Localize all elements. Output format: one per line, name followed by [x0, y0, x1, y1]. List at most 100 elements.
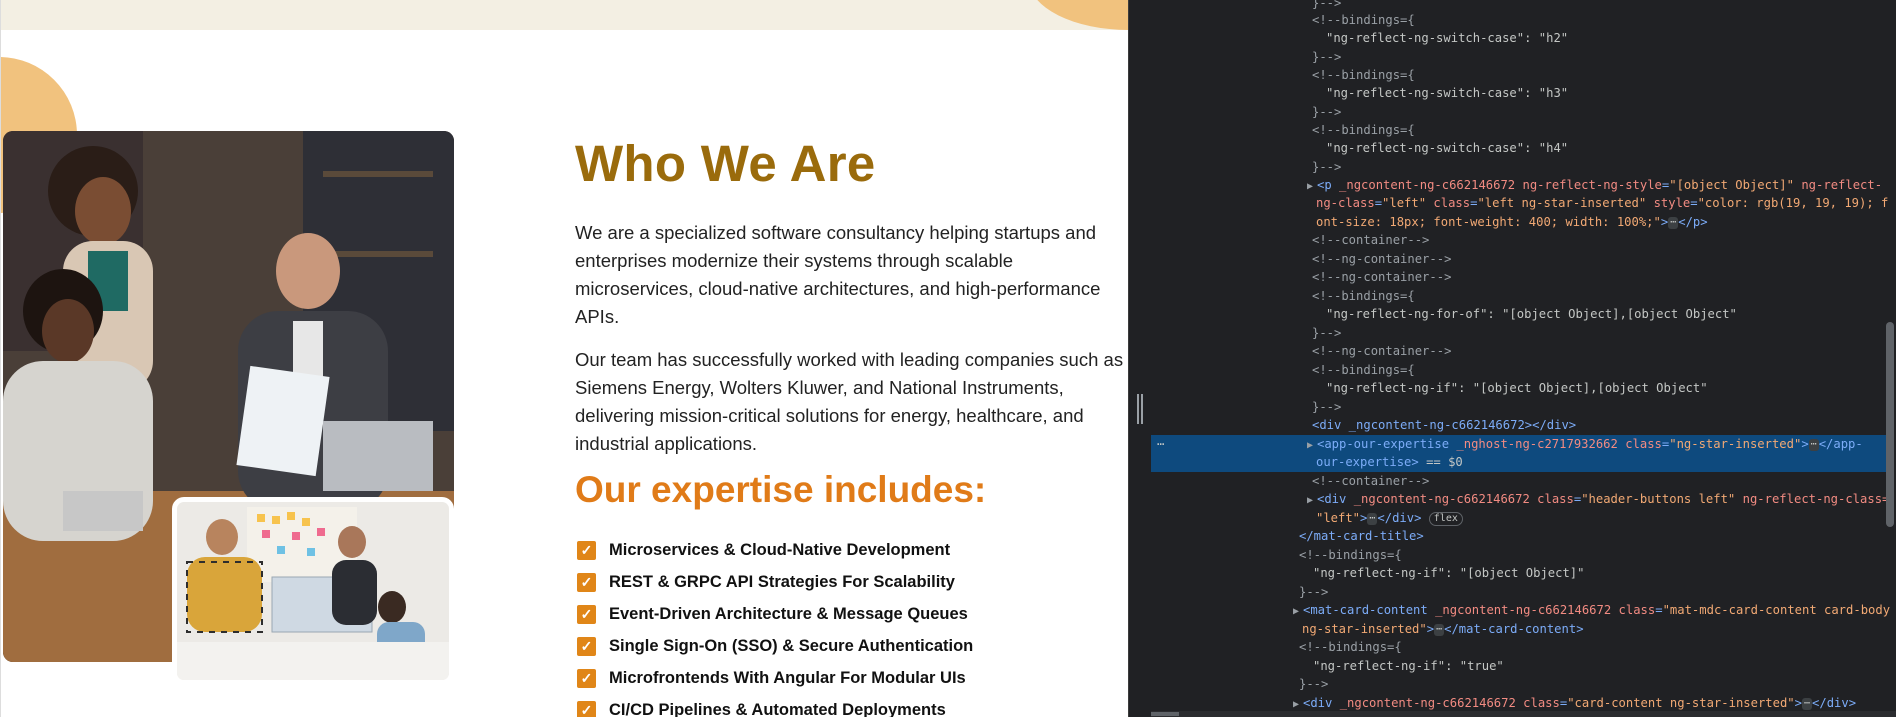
expand-triangle-icon[interactable]: ▶	[1293, 603, 1303, 622]
website-viewport: Who We Are We are a specialized software…	[0, 0, 1128, 717]
tag-name: <div	[1317, 492, 1347, 506]
dom-comment-line[interactable]: <!--container-->	[1312, 231, 1429, 250]
dom-node-mat-card-content[interactable]: ▶ <mat-card-content _ngcontent-ng-c662146…	[1293, 601, 1890, 620]
more-options-icon[interactable]: ⋯	[1157, 437, 1164, 451]
dom-comment-line[interactable]: <!--bindings={	[1312, 361, 1415, 380]
attr-name: class	[1618, 603, 1656, 617]
dom-comment-line[interactable]: <!--ng-container-->	[1312, 250, 1451, 269]
list-item: ✓ Microservices & Cloud-Native Developmen…	[577, 534, 973, 566]
tag-name: <div	[1303, 696, 1333, 710]
dom-comment-line[interactable]: "ng-reflect-ng-if": "[object Object]"	[1313, 564, 1585, 583]
dom-comment-line[interactable]: <!--container-->	[1312, 472, 1429, 491]
expand-triangle-icon[interactable]: ▶	[1307, 492, 1317, 511]
dom-comment-line[interactable]: <!--bindings={	[1312, 287, 1415, 306]
dom-comment-line[interactable]: "ng-reflect-ng-switch-case": "h4"	[1326, 139, 1568, 158]
list-item: ✓ REST & GRPC API Strategies For Scalabil…	[577, 566, 973, 598]
selected-node-highlight-cont[interactable]	[1151, 453, 1886, 472]
dom-node-div-header-buttons[interactable]: ▶ <div _ngcontent-ng-c662146672 class="he…	[1307, 490, 1889, 509]
ellipsis-icon[interactable]: ⋯	[1802, 697, 1813, 710]
dom-node-div-header-buttons-cont[interactable]: "left"> ⋯ </div> flex	[1316, 509, 1463, 528]
dom-node-p-cont2[interactable]: ont-size: 18px; font-weight: 400; width:…	[1316, 213, 1708, 232]
expertise-list: ✓ Microservices & Cloud-Native Developmen…	[577, 534, 973, 717]
attr-value: "left"	[1316, 511, 1361, 525]
attr-name: _nghost-ng-c2717932662	[1456, 437, 1618, 451]
attr-name: class	[1523, 696, 1560, 710]
expertise-item-label: Event-Driven Architecture & Message Queu…	[609, 604, 968, 623]
checkbox-icon: ✓	[577, 668, 596, 688]
attr-name: ng-reflect-ng-class=	[1742, 492, 1890, 506]
horizontal-scrollbar-track[interactable]	[1151, 711, 1896, 717]
ellipsis-icon[interactable]: ⋯	[1808, 438, 1819, 451]
dom-comment-line[interactable]: <!--ng-container-->	[1312, 342, 1451, 361]
dom-comment-line[interactable]: }-->	[1299, 583, 1328, 602]
attr-name: ng-reflect-ng-style	[1522, 178, 1662, 192]
attr-name: _ngcontent-ng-c662146672	[1435, 603, 1612, 617]
dom-node-app-our-expertise-cont[interactable]: our-expertise> == $0	[1316, 453, 1463, 472]
attr-name: class	[1433, 196, 1471, 210]
attr-value: "left"	[1382, 196, 1427, 210]
attr-value: "card-content ng-star-inserted"	[1567, 696, 1795, 710]
dom-comment-line[interactable]: "ng-reflect-ng-for-of": "[object Object]…	[1326, 305, 1737, 324]
dom-comment-line[interactable]: <!--bindings={	[1312, 11, 1415, 30]
dom-comment-line[interactable]: }-->	[1312, 48, 1341, 67]
dom-node-p-cont[interactable]: ng-class="left" class="left ng-star-inse…	[1316, 194, 1888, 213]
tag-name: <app-our-expertise	[1317, 437, 1450, 451]
devtools-splitter[interactable]	[1128, 0, 1151, 717]
top-banner-strip	[1, 0, 1128, 30]
dom-comment-line[interactable]: }-->	[1312, 324, 1341, 343]
dom-comment-line[interactable]: <!--bindings={	[1299, 546, 1402, 565]
dom-node-mat-card-content-cont[interactable]: ng-star-inserted"> ⋯ </mat-card-content>	[1302, 620, 1584, 639]
expertise-item-label: Microservices & Cloud-Native Development	[609, 540, 951, 559]
dom-comment-line[interactable]: <!--bindings={	[1299, 638, 1402, 657]
attr-name: class	[1537, 492, 1574, 506]
closing-tag: </div>	[1377, 511, 1422, 525]
dom-comment-line[interactable]: "ng-reflect-ng-if": "true"	[1313, 657, 1504, 676]
heading-expertise: Our expertise includes:	[575, 469, 987, 510]
dom-comment-line[interactable]: <!--bindings={	[1312, 121, 1415, 140]
closing-tag: </div>	[1812, 696, 1857, 710]
expertise-item-label: CI/CD Pipelines & Automated Deployments	[609, 700, 946, 717]
dom-comment-line[interactable]: }-->	[1312, 398, 1341, 417]
dom-node-closing-mat-card-title[interactable]: </mat-card-title>	[1299, 527, 1424, 546]
list-item: ✓ Microfrontends With Angular For Modular…	[577, 662, 973, 694]
ellipsis-icon[interactable]: ⋯	[1367, 512, 1378, 525]
dom-node-app-our-expertise[interactable]: ▶ <app-our-expertise _nghost-ng-c27179326…	[1307, 435, 1863, 454]
attr-name: _ngcontent-ng-c662146672	[1339, 178, 1516, 192]
attr-value: "header-buttons left"	[1581, 492, 1736, 506]
checkbox-icon: ✓	[577, 636, 596, 656]
dom-comment-line[interactable]: <!--bindings={	[1312, 66, 1415, 85]
dom-comment-line[interactable]: "ng-reflect-ng-if": "[object Object],[ob…	[1326, 379, 1708, 398]
checkbox-icon: ✓	[577, 700, 596, 717]
dom-node-p[interactable]: ▶ <p _ngcontent-ng-c662146672 ng-reflect-…	[1307, 176, 1882, 195]
checkbox-icon: ✓	[577, 572, 596, 592]
ellipsis-icon[interactable]: ⋯	[1668, 216, 1679, 229]
dom-comment-line[interactable]: "ng-reflect-ng-switch-case": "h2"	[1326, 29, 1568, 48]
dom-comment-line[interactable]: }-->	[1299, 675, 1328, 694]
ellipsis-icon[interactable]: ⋯	[1434, 623, 1445, 636]
dom-comment-line[interactable]: <!--ng-container-->	[1312, 268, 1451, 287]
attr-value: ng-star-inserted"	[1302, 622, 1427, 636]
attr-value: "mat-mdc-card-content card-body	[1662, 603, 1891, 617]
horizontal-scrollbar-thumb[interactable]	[1151, 712, 1179, 716]
attr-name: _ngcontent-ng-c662146672	[1339, 696, 1516, 710]
dom-node-div-empty[interactable]: <div _ngcontent-ng-c662146672></div>	[1312, 416, 1576, 435]
expertise-item-label: Single Sign-On (SSO) & Secure Authentica…	[609, 636, 974, 655]
dom-node-div-card-content[interactable]: ▶ <div _ngcontent-ng-c662146672 class="ca…	[1293, 694, 1856, 713]
closing-tag: </p>	[1678, 215, 1708, 229]
attr-name: ng-reflect-	[1801, 178, 1883, 192]
dom-comment-line[interactable]: "ng-reflect-ng-switch-case": "h3"	[1326, 84, 1568, 103]
attr-value: "[object Object]"	[1669, 178, 1794, 192]
intro-paragraph: We are a specialized software consultanc…	[575, 222, 1101, 327]
closing-tag: our-expertise>	[1316, 455, 1419, 469]
flex-badge[interactable]: flex	[1428, 511, 1463, 526]
vertical-scrollbar[interactable]	[1886, 322, 1894, 527]
dom-comment-line[interactable]: }-->	[1312, 103, 1341, 122]
console-reference: == $0	[1426, 455, 1463, 469]
closing-tag: </app-	[1818, 437, 1863, 451]
dom-comment-line[interactable]: }-->	[1312, 158, 1341, 177]
drag-handle-icon[interactable]	[1137, 394, 1143, 424]
checkbox-icon: ✓	[577, 540, 596, 560]
checkbox-icon: ✓	[577, 604, 596, 624]
expertise-item-label: REST & GRPC API Strategies For Scalabili…	[609, 572, 955, 591]
team-whiteboard-photo	[172, 497, 454, 685]
